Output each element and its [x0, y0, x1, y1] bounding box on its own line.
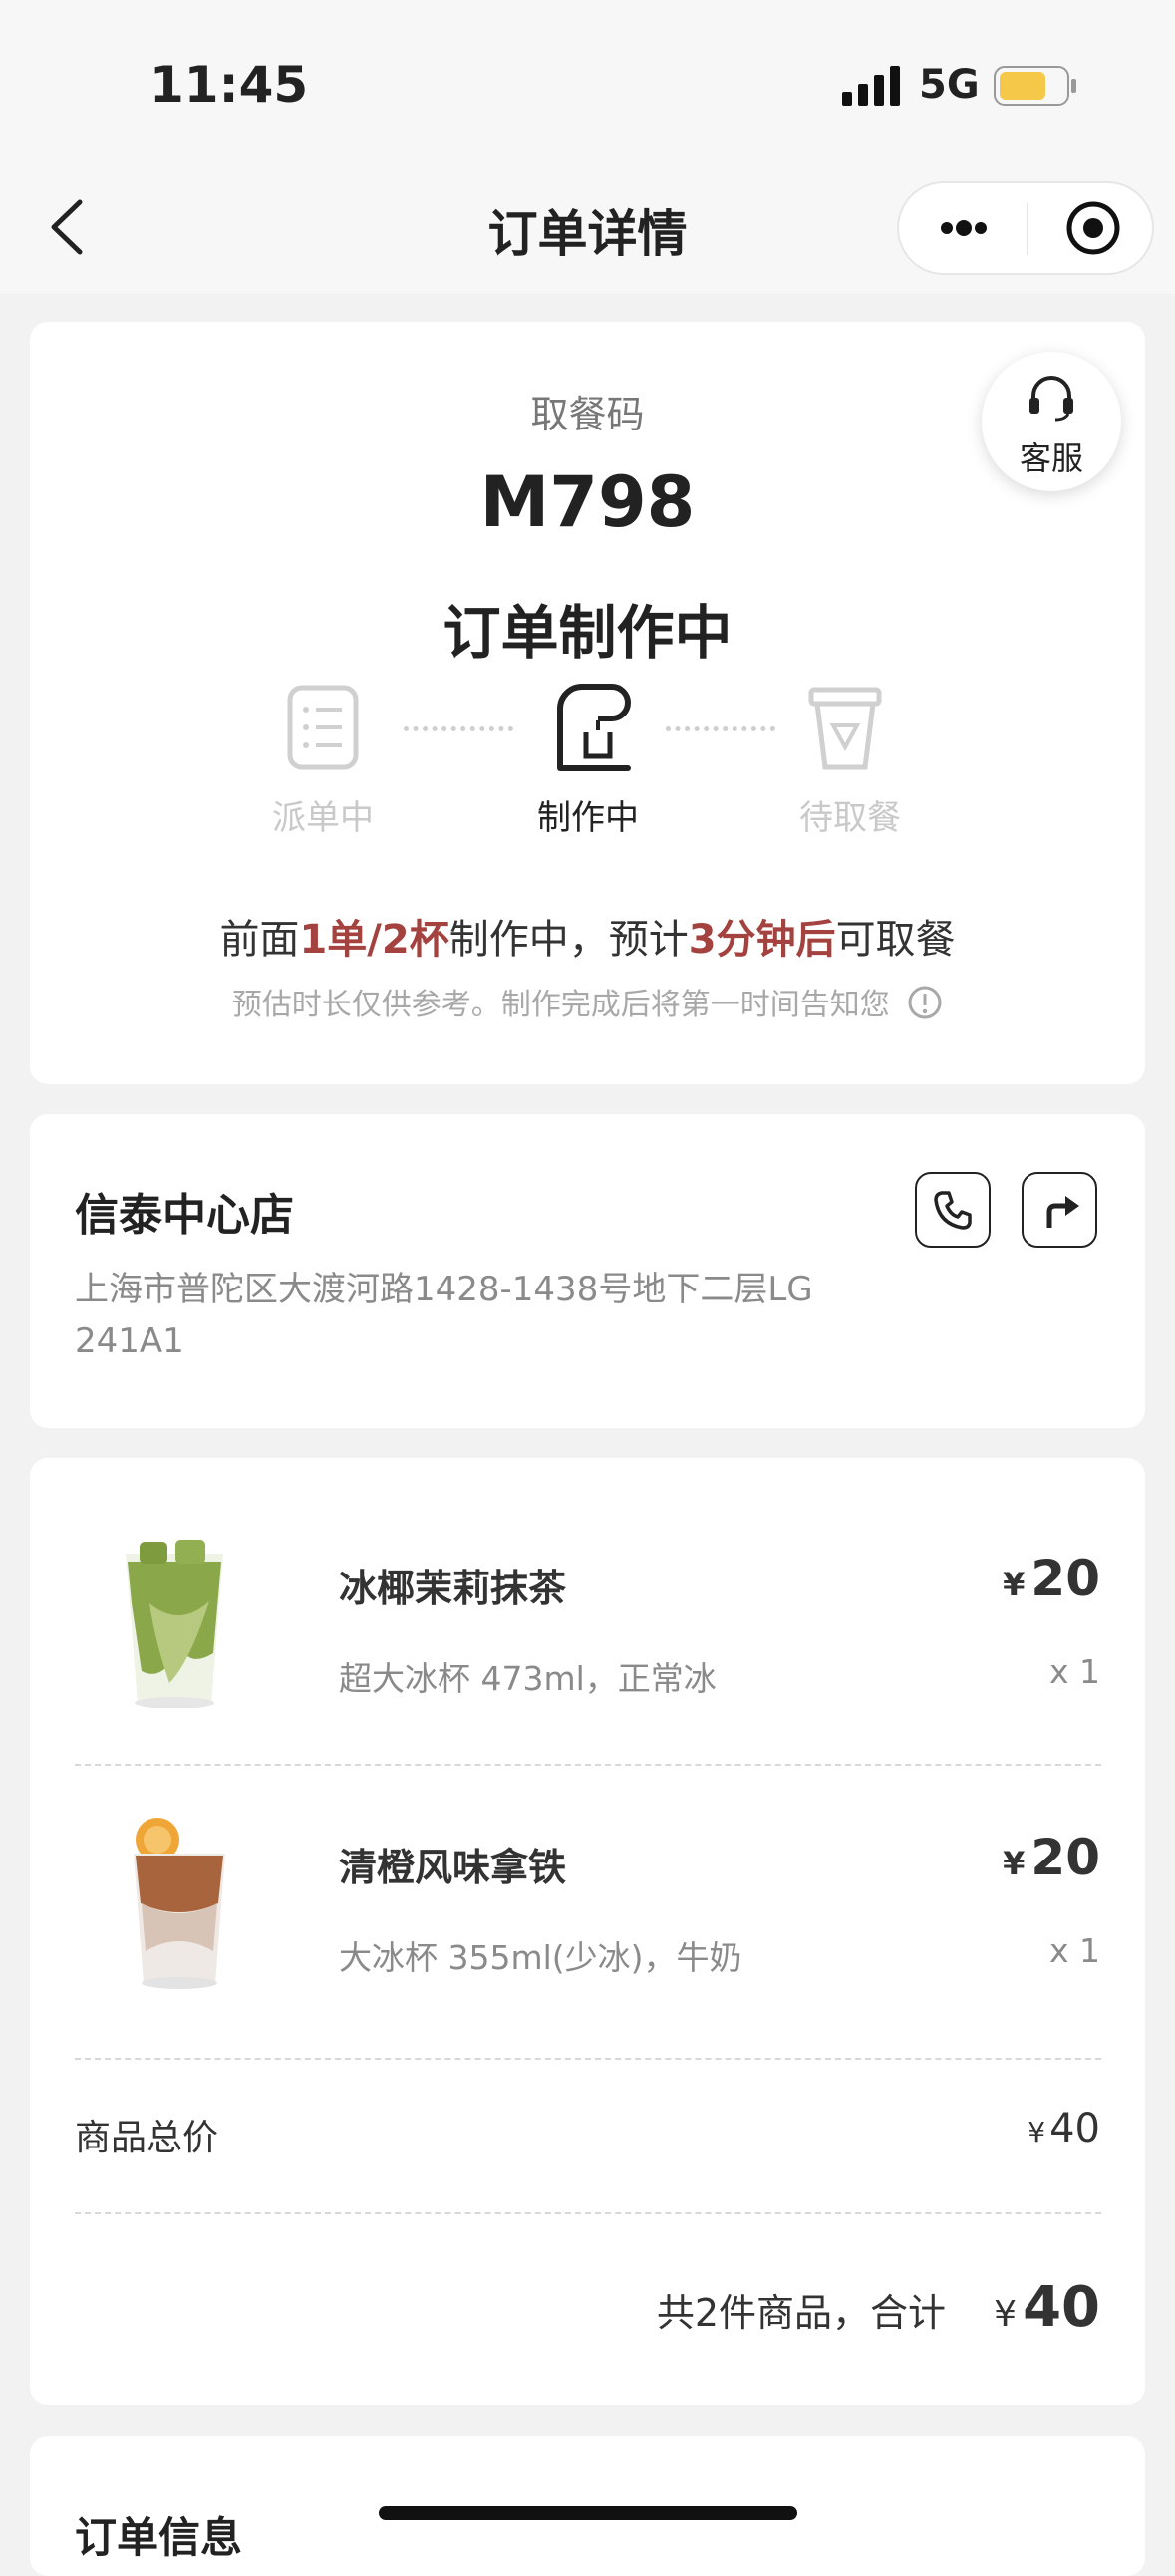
item-name: 冰椰茉莉抹茶	[339, 1567, 567, 1610]
store-address: 上海市普陀区大渡河路1428-1438号地下二层LG 241A1	[75, 1264, 872, 1367]
step-connector	[666, 726, 775, 731]
pickup-card: 取餐码 M798 订单制作中 客服 派单中 制作中 待取餐 前面1单/2杯制作中…	[30, 322, 1145, 1084]
total-label: 共2件商品，合计	[656, 2291, 947, 2335]
list-item[interactable]: 清橙风味拿铁 大冰杯 355ml(少冰)，牛奶 ¥20 x 1	[30, 1767, 1145, 2051]
battery-icon	[994, 66, 1077, 106]
nav-bar: 订单详情	[0, 169, 1175, 294]
queue-eta: 3分钟后	[688, 917, 836, 963]
capsule-divider	[1027, 203, 1028, 255]
subtotal-value: ¥40	[1028, 2106, 1100, 2151]
store-address-line2: 241A1	[75, 1321, 184, 1361]
item-divider	[75, 1764, 1101, 1766]
navigate-button[interactable]	[1022, 1172, 1097, 1248]
item-spec: 大冰杯 355ml(少冰)，牛奶	[339, 1938, 742, 1977]
status-bar: 11:45 5G	[0, 0, 1175, 169]
step-label-dispatch: 派单中	[272, 798, 374, 838]
network-label: 5G	[919, 62, 980, 108]
signal-icon	[842, 66, 904, 106]
directions-icon	[1046, 1196, 1079, 1228]
home-indicator	[379, 2506, 797, 2520]
step-label-pickup: 待取餐	[799, 798, 901, 838]
item-spec: 超大冰杯 473ml，正常冰	[339, 1659, 717, 1698]
queue-count: 1单/2杯	[299, 917, 449, 963]
item-price: ¥20	[1003, 1829, 1100, 1886]
status-time: 11:45	[149, 56, 309, 114]
items-card: 冰椰茉莉抹茶 超大冰杯 473ml，正常冰 ¥20 x 1 清橙风味拿铁 大冰杯…	[30, 1458, 1145, 2405]
call-store-button[interactable]	[915, 1172, 991, 1248]
item-name: 清橙风味拿铁	[339, 1846, 567, 1889]
item-price: ¥20	[1003, 1550, 1100, 1607]
step-label-making: 制作中	[537, 798, 639, 838]
customer-service-label: 客服	[1019, 439, 1083, 477]
pickup-code-label: 取餐码	[530, 393, 645, 436]
queue-status-text: 前面1单/2杯制作中，预计3分钟后可取餐	[30, 907, 1145, 965]
store-name: 信泰中心店	[75, 1190, 294, 1241]
summary-divider	[75, 2212, 1101, 2214]
pickup-code: M798	[479, 461, 696, 543]
queue-text-part1: 前面	[219, 917, 300, 963]
headset-icon	[1029, 376, 1073, 422]
customer-service-button[interactable]: 客服	[982, 352, 1121, 491]
subtotal-amount: 40	[1049, 2106, 1100, 2151]
phone-icon	[934, 1191, 972, 1230]
store-address-line1: 上海市普陀区大渡河路1428-1438号地下二层LG	[75, 1270, 813, 1309]
subtotal-label: 商品总价	[75, 2118, 219, 2158]
more-button[interactable]	[919, 195, 1009, 261]
item-price-currency: ¥	[1003, 1845, 1026, 1882]
step-2-coffee-machine-icon	[540, 681, 636, 772]
item-divider	[75, 2058, 1101, 2060]
subtotal-currency: ¥	[1028, 2116, 1046, 2148]
product-image-orange-latte	[120, 1812, 239, 1991]
item-price-value: 20	[1030, 1550, 1100, 1607]
target-icon	[1066, 201, 1120, 255]
item-qty: x 1	[1048, 1931, 1100, 1970]
estimate-note: 预估时长仅供参考。制作完成后将第一时间告知您	[30, 980, 1145, 1023]
capsule-menu	[897, 181, 1154, 275]
item-qty: x 1	[1048, 1652, 1100, 1691]
item-price-currency: ¥	[1003, 1566, 1026, 1603]
step-3-cup-icon	[807, 684, 883, 771]
info-icon[interactable]	[907, 985, 943, 1020]
total-amount: 40	[1023, 2275, 1100, 2340]
step-1-order-list-icon	[284, 684, 362, 771]
total-row: 共2件商品，合计 ¥40	[657, 2275, 1100, 2340]
estimate-note-text: 预估时长仅供参考。制作完成后将第一时间告知您	[231, 988, 890, 1022]
queue-text-part3: 制作中，预计	[448, 917, 689, 963]
product-image-matcha	[110, 1534, 239, 1709]
order-status-title: 订单制作中	[442, 599, 733, 667]
item-price-value: 20	[1030, 1829, 1100, 1886]
store-card: 信泰中心店 上海市普陀区大渡河路1428-1438号地下二层LG 241A1	[30, 1114, 1145, 1428]
list-item[interactable]: 冰椰茉莉抹茶 超大冰杯 473ml，正常冰 ¥20 x 1	[30, 1458, 1145, 1757]
total-currency: ¥	[994, 2294, 1018, 2335]
more-dots-icon	[941, 220, 987, 236]
close-miniprogram-button[interactable]	[1048, 195, 1138, 261]
queue-text-part5: 可取餐	[835, 917, 956, 963]
order-info-title: 订单信息	[75, 2513, 243, 2562]
step-connector	[404, 726, 513, 731]
